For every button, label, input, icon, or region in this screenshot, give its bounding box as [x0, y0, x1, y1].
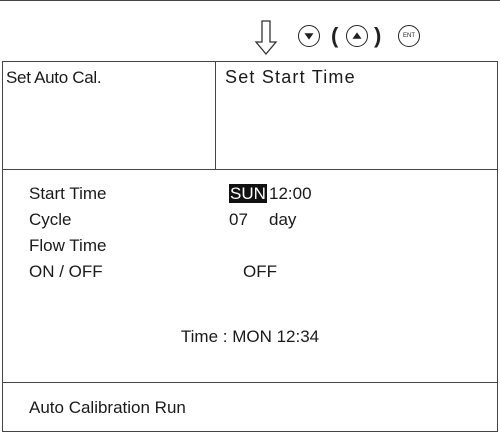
- mode-panel: Set Auto Cal.: [3, 62, 216, 169]
- enter-key-label: ENT: [403, 33, 415, 39]
- flow-time-label: Flow Time: [29, 236, 107, 255]
- down-key-icon[interactable]: [298, 25, 320, 47]
- open-paren: (: [331, 23, 339, 48]
- close-paren: ): [374, 23, 382, 48]
- onoff-label: ON / OFF: [29, 262, 103, 281]
- footer-divider: [3, 382, 497, 383]
- screen-title: Set Start Time: [225, 67, 356, 87]
- start-day-value[interactable]: SUN: [229, 184, 267, 204]
- current-time: Time : MON 12:34: [180, 327, 320, 346]
- cycle-value[interactable]: 07: [229, 210, 248, 230]
- onoff-value[interactable]: OFF: [243, 262, 277, 282]
- cycle-label: Cycle: [29, 210, 72, 229]
- mode-label: Set Auto Cal.: [6, 68, 102, 87]
- header-divider: [3, 169, 497, 170]
- cycle-unit: day: [269, 210, 297, 229]
- start-hour-value[interactable]: 12:00: [269, 184, 312, 204]
- lcd-screen: Set Auto Cal. Set Start Time Start Time …: [2, 61, 498, 432]
- start-time-label: Start Time: [29, 184, 107, 203]
- status-message: Auto Calibration Run: [29, 398, 186, 417]
- enter-key-icon[interactable]: ENT: [398, 25, 420, 47]
- top-border: [0, 0, 500, 1]
- down-arrow-icon: [254, 20, 278, 56]
- start-day-highlight[interactable]: SUN: [229, 184, 267, 203]
- key-guide: ( ) ENT: [0, 20, 500, 58]
- up-key-icon[interactable]: [346, 25, 368, 47]
